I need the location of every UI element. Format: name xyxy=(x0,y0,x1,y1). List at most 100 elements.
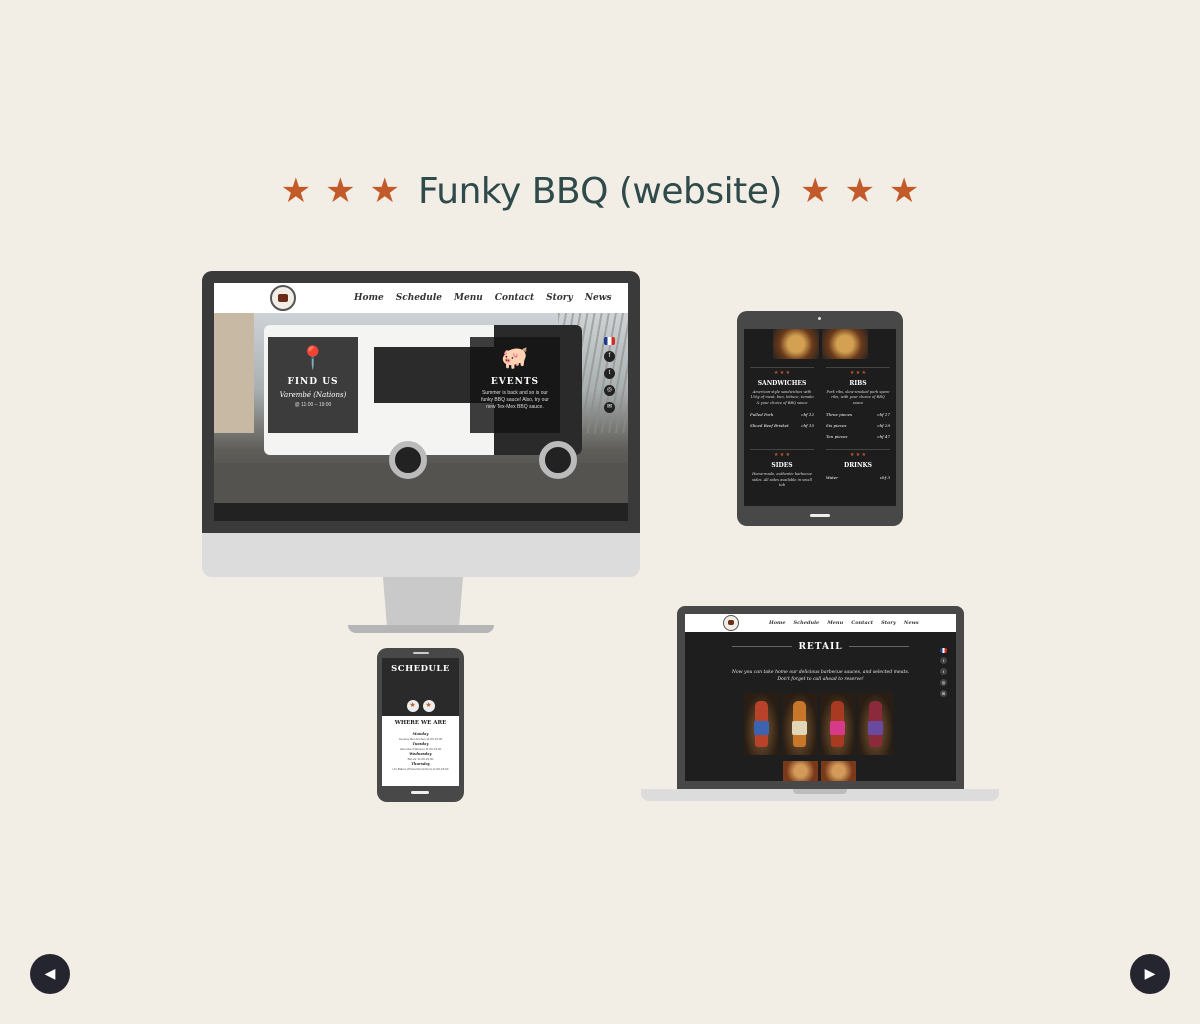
find-us-time: @ 11:00 – 19:00 xyxy=(294,402,332,408)
food-photos xyxy=(744,329,896,359)
star-icon: ★ xyxy=(369,171,401,211)
facebook-icon[interactable]: f xyxy=(604,351,615,362)
nav-home[interactable]: Home xyxy=(769,620,786,626)
item-name: Three pieces xyxy=(826,412,853,418)
star-icon: ★ xyxy=(422,700,435,712)
phone-speaker xyxy=(413,652,429,654)
funky-bbq-logo[interactable] xyxy=(270,285,296,311)
previous-slide-button[interactable]: ◀ xyxy=(30,954,70,994)
menu-row-2: ★ ★ ★ SIDES Home-made, authentic barbecu… xyxy=(744,449,896,488)
instagram-icon[interactable]: ◎ xyxy=(604,385,615,396)
nav-story[interactable]: Story xyxy=(881,620,896,626)
retail-heading: RETAIL xyxy=(685,642,956,652)
next-slide-button[interactable]: ▶ xyxy=(1130,954,1170,994)
item-price: chf 47 xyxy=(877,434,890,440)
sauce-bottle[interactable] xyxy=(782,693,817,755)
section-heading: SANDWICHES xyxy=(757,380,807,387)
retail-text-line: Don't forget to call ahead to reserve! xyxy=(777,677,864,683)
desktop-screen: Home Schedule Menu Contact Story News 📍 … xyxy=(214,283,628,521)
facebook-icon[interactable]: f xyxy=(940,657,947,664)
nav-story[interactable]: Story xyxy=(546,293,573,303)
events-heading: EVENTS xyxy=(490,377,540,387)
french-flag-icon[interactable] xyxy=(604,337,615,345)
find-us-place: Varembé (Nations) xyxy=(279,391,347,399)
schedule-location: Uni Bahes (Plaza Rond-Pont) 11:00-15:00 xyxy=(392,767,449,771)
ornament-divider: ★ ★ xyxy=(382,698,459,714)
section-description: Pork ribs, slow-smoked pork spare ribs, … xyxy=(826,390,890,405)
nav-contact[interactable]: Contact xyxy=(495,293,534,303)
phone-device: SCHEDULE ★ ★ WHERE WE ARE Monday Genève-… xyxy=(377,648,464,802)
menu-section-sandwiches: ★ ★ ★ SANDWICHES American-style sandwich… xyxy=(744,367,820,439)
twitter-icon[interactable]: t xyxy=(604,368,615,379)
nav-schedule[interactable]: Schedule xyxy=(794,620,820,626)
star-icon: ★ xyxy=(406,700,419,712)
french-flag-icon[interactable] xyxy=(940,648,947,653)
item-name: Pulled Pork xyxy=(750,412,774,418)
meat-photo xyxy=(821,761,856,781)
nav-news[interactable]: News xyxy=(904,620,919,626)
monitor-stand xyxy=(383,577,463,627)
laptop-screen-retail: Home Schedule Menu Contact Story News RE… xyxy=(685,614,956,781)
menu-item: Water chf 3 xyxy=(826,475,890,480)
nav-menu[interactable]: Menu xyxy=(827,620,843,626)
tablet-home-button xyxy=(810,514,830,517)
desktop-navbar: Home Schedule Menu Contact Story News xyxy=(214,283,628,313)
twitter-icon[interactable]: t xyxy=(940,668,947,675)
sauce-bottles xyxy=(744,693,893,755)
schedule-location: Bel-Air 11:00-15:00 xyxy=(407,757,434,761)
desktop-footer xyxy=(214,503,628,521)
stars-divider: ★ ★ ★ xyxy=(826,449,890,458)
desktop-nav-links: Home Schedule Menu Contact Story News xyxy=(354,293,612,303)
email-icon[interactable]: ✉ xyxy=(604,402,615,413)
item-price: chf 12 xyxy=(801,412,814,418)
tablet-camera xyxy=(818,317,821,320)
item-price: chf 29 xyxy=(877,423,890,429)
food-photo xyxy=(821,329,868,359)
laptop-social-links: f t ◎ ✉ xyxy=(940,648,947,697)
sauce-bottle[interactable] xyxy=(820,693,855,755)
item-name: Six pieces xyxy=(826,423,847,429)
food-photo xyxy=(772,329,819,359)
meat-photos xyxy=(783,761,856,781)
find-us-card[interactable]: 📍 FIND US Varembé (Nations) @ 11:00 – 19… xyxy=(268,337,358,433)
schedule-list: Monday Genève-Bel-Anches 11:00-15:00 Tue… xyxy=(382,731,459,771)
background-building xyxy=(214,313,254,433)
star-icon: ★ xyxy=(280,171,312,211)
schedule-heading: SCHEDULE xyxy=(391,664,450,674)
truck-wheel xyxy=(539,441,577,479)
nav-menu[interactable]: Menu xyxy=(454,293,483,303)
events-text: Summer is back and so is our funky BBQ s… xyxy=(481,390,549,410)
events-card[interactable]: 🐖 EVENTS Summer is back and so is our fu… xyxy=(470,337,560,433)
laptop-nav-links: Home Schedule Menu Contact Story News xyxy=(769,620,919,626)
monitor-foot xyxy=(348,625,494,633)
arrow-left-icon: ◀ xyxy=(44,966,56,982)
schedule-location: Varembé (Nations) 11:00-19:00 xyxy=(399,747,442,751)
item-price: chf 3 xyxy=(879,475,890,481)
email-icon[interactable]: ✉ xyxy=(940,690,947,697)
item-name: Sliced Beef Brisket xyxy=(750,423,789,429)
nav-news[interactable]: News xyxy=(585,293,612,303)
instagram-icon[interactable]: ◎ xyxy=(940,679,947,686)
item-price: chf 15 xyxy=(801,423,814,429)
menu-item: Three pieces chf 17 xyxy=(826,412,890,417)
schedule-day: Thursday xyxy=(411,762,430,766)
menu-item: Sliced Beef Brisket chf 15 xyxy=(750,423,814,428)
sauce-bottle[interactable] xyxy=(858,693,893,755)
phone-home-button xyxy=(411,791,429,794)
nav-contact[interactable]: Contact xyxy=(851,620,873,626)
social-links: f t ◎ ✉ xyxy=(604,337,615,413)
sauce-bottle[interactable] xyxy=(744,693,779,755)
nav-home[interactable]: Home xyxy=(354,293,384,303)
laptop-device: Home Schedule Menu Contact Story News RE… xyxy=(677,606,964,789)
retail-text-line: Now you can take home our delicious barb… xyxy=(731,670,910,675)
item-name: Water xyxy=(826,475,839,481)
slide-title: Funky BBQ (website) xyxy=(418,170,782,212)
find-us-heading: FIND US xyxy=(287,377,339,387)
section-description: American-style sandwiches with 150g of m… xyxy=(750,390,814,405)
truck-wheel xyxy=(389,441,427,479)
nav-schedule[interactable]: Schedule xyxy=(396,293,442,303)
desktop-monitor: Home Schedule Menu Contact Story News 📍 … xyxy=(202,271,640,533)
star-icon: ★ xyxy=(844,171,875,211)
menu-item: Six pieces chf 29 xyxy=(826,423,890,428)
funky-bbq-logo[interactable] xyxy=(723,615,739,631)
